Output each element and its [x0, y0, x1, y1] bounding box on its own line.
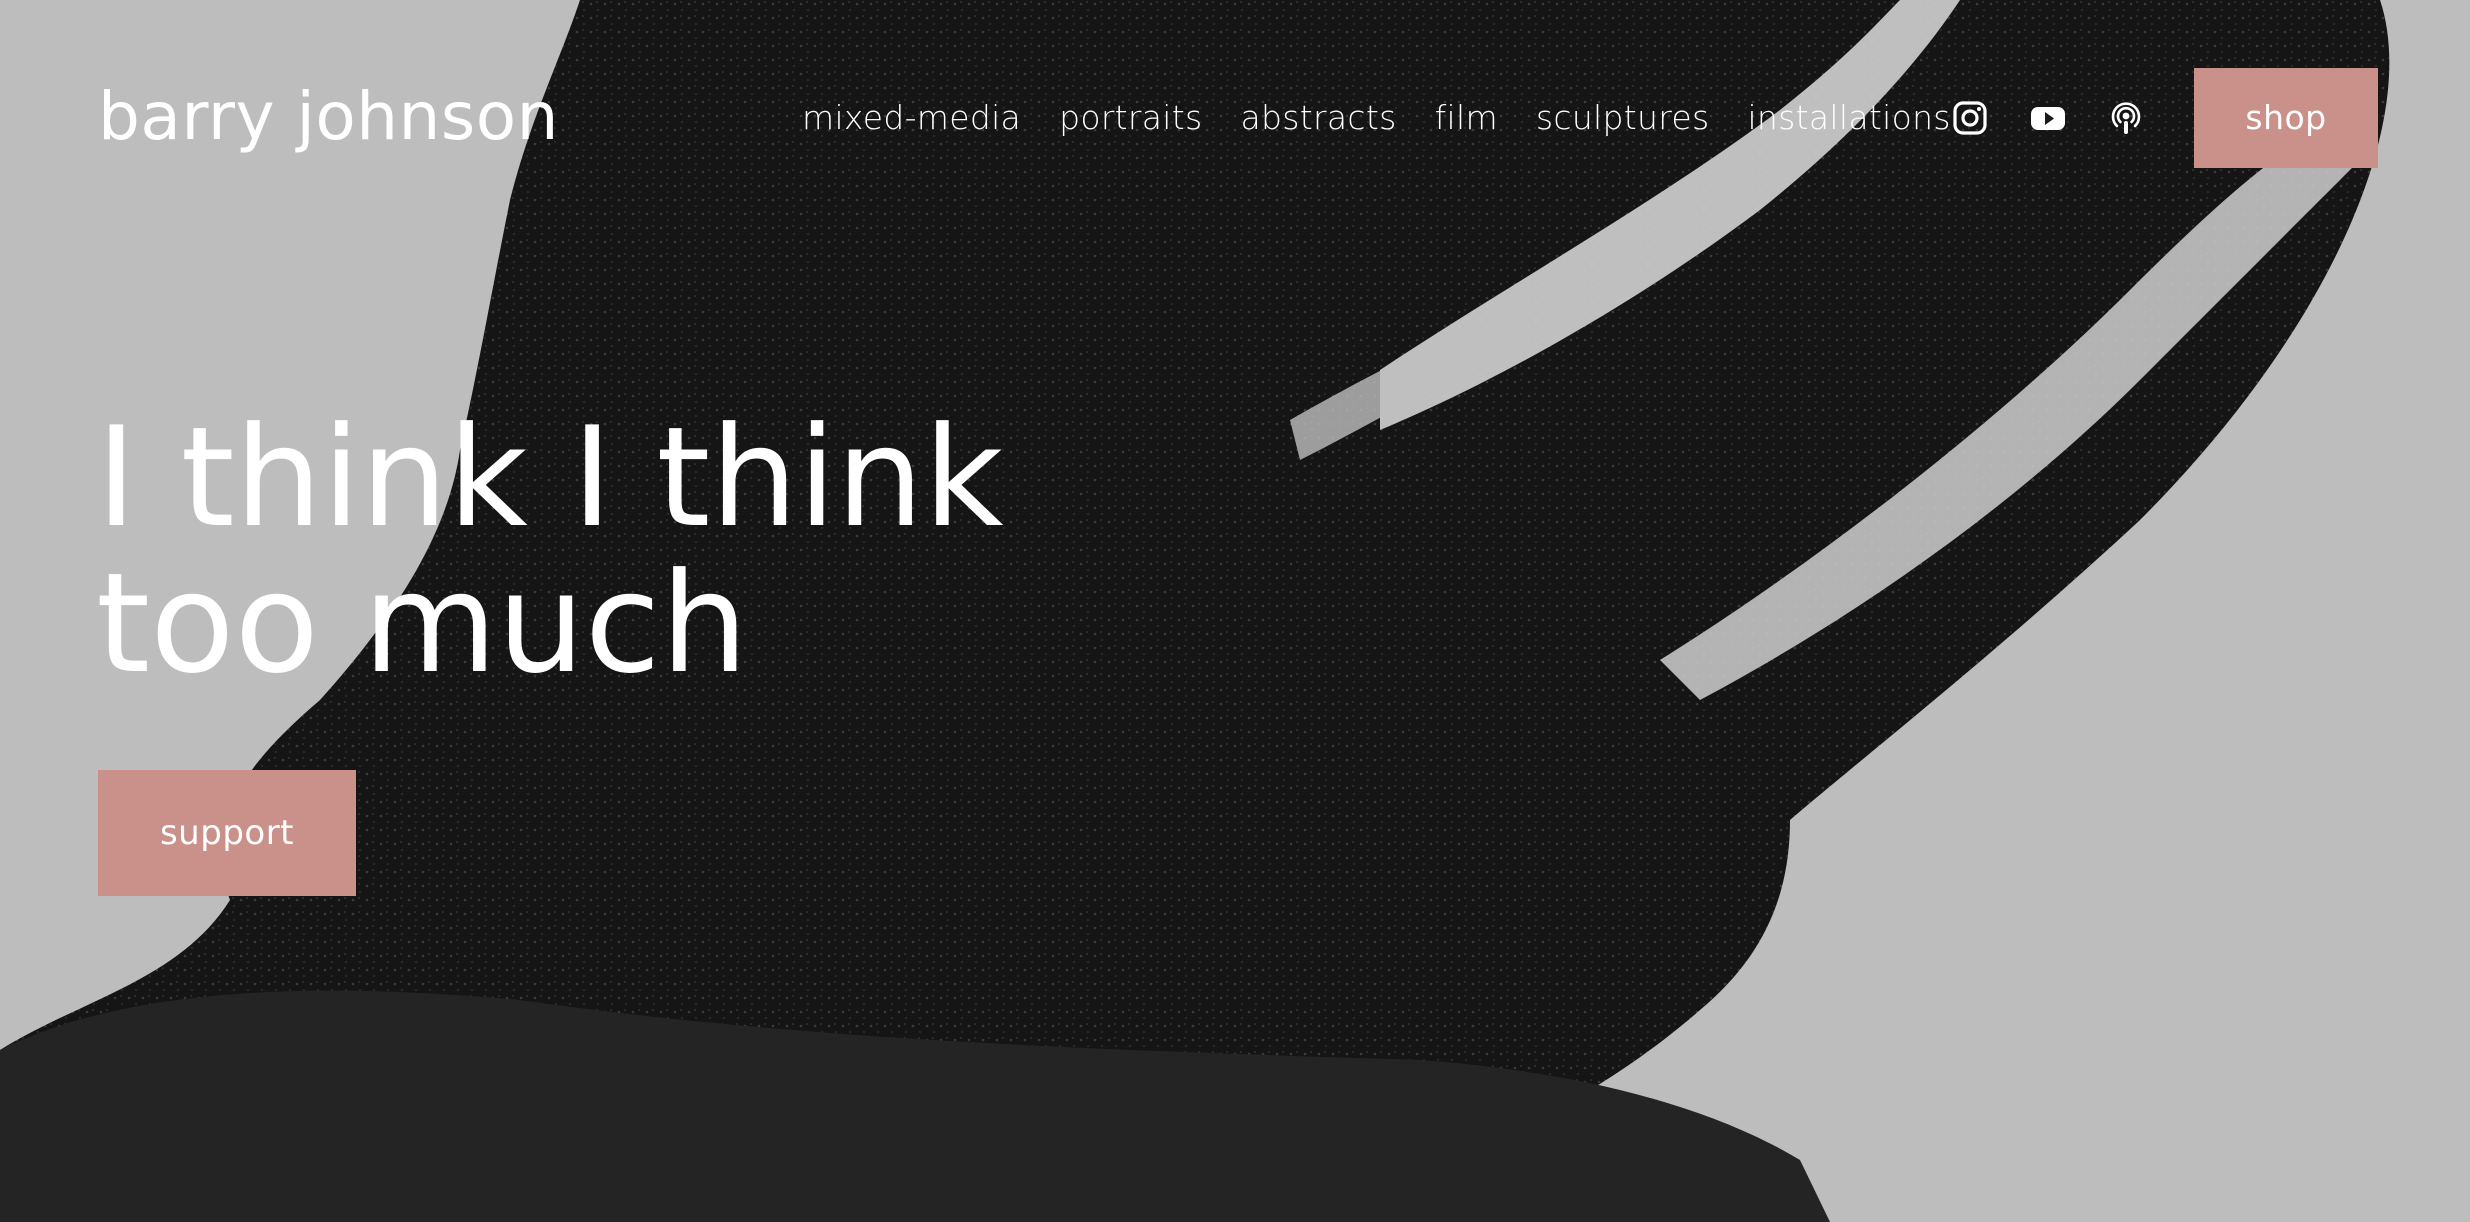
nav-item-portraits[interactable]: portraits	[1059, 96, 1202, 140]
site-header: barry johnson mixed-media portraits abst…	[0, 0, 2470, 240]
main-nav: mixed-media portraits abstracts film scu…	[802, 96, 1951, 140]
podcast-icon[interactable]	[2106, 98, 2146, 138]
youtube-icon[interactable]	[2028, 98, 2068, 138]
page: barry johnson mixed-media portraits abst…	[0, 0, 2470, 1222]
nav-item-installations[interactable]: installations	[1747, 96, 1950, 140]
support-button[interactable]: support	[98, 770, 356, 896]
hero-title: I think I think too much	[96, 397, 1004, 704]
nav-item-sculptures[interactable]: sculptures	[1536, 96, 1710, 140]
social-links	[1950, 98, 2146, 138]
nav-item-mixed-media[interactable]: mixed-media	[802, 96, 1021, 140]
site-title[interactable]: barry johnson	[98, 72, 559, 162]
shop-button[interactable]: shop	[2194, 68, 2378, 168]
nav-item-abstracts[interactable]: abstracts	[1241, 96, 1397, 140]
instagram-icon[interactable]	[1950, 98, 1990, 138]
nav-item-film[interactable]: film	[1435, 96, 1498, 140]
